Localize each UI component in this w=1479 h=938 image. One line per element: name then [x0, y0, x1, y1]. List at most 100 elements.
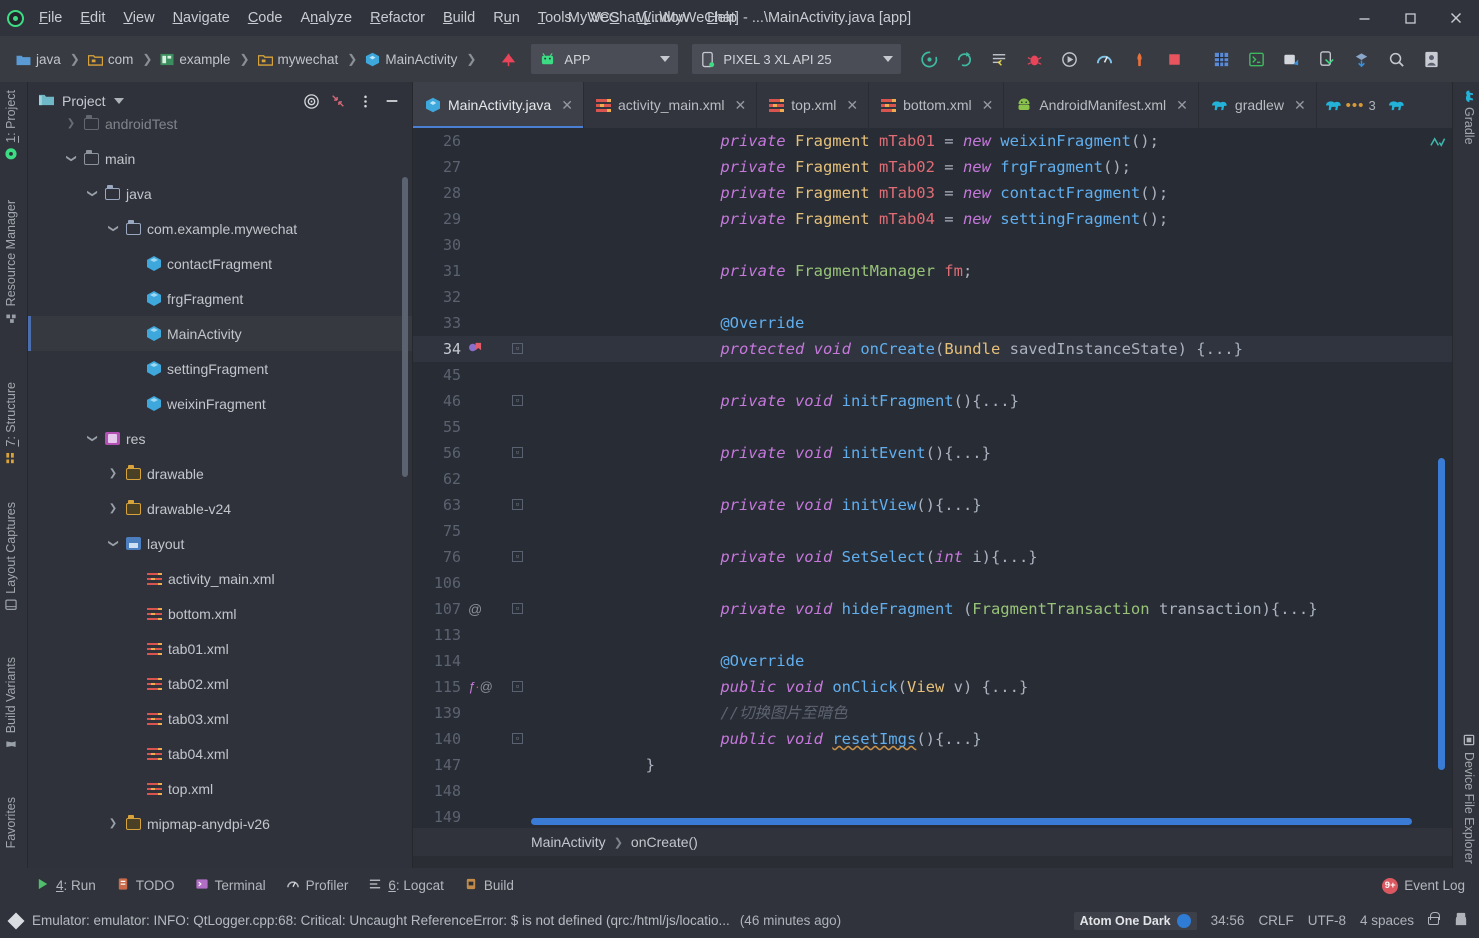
- chevron-down-icon[interactable]: [63, 153, 79, 164]
- code-line[interactable]: private void hideFragment (FragmentTrans…: [531, 596, 1452, 622]
- chevron-down-icon[interactable]: [84, 433, 100, 444]
- sidebar-item-build-variants[interactable]: Build Variants: [4, 657, 18, 751]
- code-line[interactable]: protected void onCreate(Bundle savedInst…: [531, 336, 1452, 362]
- avd-manager-button[interactable]: [1275, 43, 1308, 76]
- chevron-down-icon[interactable]: [113, 98, 124, 104]
- code-line[interactable]: private Fragment mTab03 = new contactFra…: [531, 180, 1452, 206]
- close-tab-icon[interactable]: ✕: [1294, 97, 1306, 114]
- close-tab-icon[interactable]: ✕: [982, 97, 994, 114]
- tree-node-tab02-xml[interactable]: tab02.xml: [28, 666, 412, 701]
- tree-node-androidTest[interactable]: androidTest: [28, 106, 412, 141]
- chevron-down-icon[interactable]: [105, 538, 121, 549]
- code-line[interactable]: public void onClick(View v) {...}: [531, 674, 1452, 700]
- sidebar-item-device-file-explorer[interactable]: Device File Explorer: [1462, 734, 1476, 864]
- menu-item-file[interactable]: File: [30, 7, 71, 29]
- sidebar-item-resource-manager[interactable]: Resource Manager: [4, 200, 18, 324]
- close-tab-icon[interactable]: ✕: [561, 97, 573, 114]
- editor-tab-AndroidManifest-xml[interactable]: AndroidManifest.xml ✕: [1004, 82, 1199, 128]
- maximize-button[interactable]: [1387, 0, 1433, 36]
- indent-setting[interactable]: 4 spaces: [1360, 913, 1414, 928]
- fold-marker-icon[interactable]: ▫: [512, 395, 523, 406]
- breakpoint-bookmark-icon[interactable]: [468, 341, 483, 357]
- editor-vertical-scrollbar[interactable]: [1438, 458, 1445, 770]
- tree-node-top-xml[interactable]: top.xml: [28, 771, 412, 806]
- code-line[interactable]: [531, 362, 1452, 388]
- chevron-down-icon[interactable]: [84, 188, 100, 199]
- editor-tab-MainActivity-java[interactable]: MainActivity.java ✕: [413, 82, 584, 128]
- status-message[interactable]: Emulator: emulator: INFO: QtLogger.cpp:6…: [32, 913, 730, 928]
- nav-breadcrumb-com[interactable]: com ❯: [86, 50, 159, 69]
- tree-node-bottom-xml[interactable]: bottom.xml: [28, 596, 412, 631]
- code-line[interactable]: @Override: [531, 648, 1452, 674]
- fold-marker-icon[interactable]: ▫: [512, 733, 523, 744]
- run-with-coverage-button[interactable]: [1053, 43, 1086, 76]
- editor-tabs-overflow[interactable]: ••• 3: [1317, 82, 1413, 128]
- nav-breadcrumb-java[interactable]: java ❯: [14, 50, 86, 69]
- tree-node-MainActivity[interactable]: MainActivity: [28, 316, 412, 351]
- tree-node-tab04-xml[interactable]: tab04.xml: [28, 736, 412, 771]
- user-avatar-icon[interactable]: [1415, 43, 1448, 76]
- code-line[interactable]: //切换图片至暗色: [531, 700, 1452, 726]
- code-line[interactable]: private Fragment mTab02 = new frgFragmen…: [531, 154, 1452, 180]
- chevron-right-icon[interactable]: [105, 503, 121, 514]
- sidebar-item-structure[interactable]: 7: Structure: [4, 382, 18, 465]
- menu-item-view[interactable]: View: [114, 7, 163, 29]
- breadcrumb-method[interactable]: onCreate(): [631, 834, 698, 850]
- close-button[interactable]: [1433, 0, 1479, 36]
- menu-item-window[interactable]: Window: [629, 7, 699, 29]
- fold-marker-icon[interactable]: ▫: [512, 447, 523, 458]
- caret-position[interactable]: 34:56: [1211, 913, 1245, 928]
- tree-node-activity_main-xml[interactable]: activity_main.xml: [28, 561, 412, 596]
- debug-button[interactable]: [1018, 43, 1051, 76]
- fold-marker-icon[interactable]: ▫: [512, 499, 523, 510]
- stop-button[interactable]: [1158, 43, 1191, 76]
- chevron-right-icon[interactable]: [63, 118, 79, 129]
- tree-node-tab01-xml[interactable]: tab01.xml: [28, 631, 412, 666]
- code-line[interactable]: [531, 622, 1452, 648]
- chevron-right-icon[interactable]: [105, 468, 121, 479]
- tree-node-res[interactable]: res: [28, 421, 412, 456]
- fold-marker-icon[interactable]: ▫: [512, 681, 523, 692]
- sdk-manager-button[interactable]: [1345, 43, 1378, 76]
- tree-node-frgFragment[interactable]: frgFragment: [28, 281, 412, 316]
- sync-gradle-icon[interactable]: [492, 43, 525, 76]
- menu-item-build[interactable]: Build: [434, 7, 484, 29]
- tree-node-com-example-mywechat[interactable]: com.example.mywechat: [28, 211, 412, 246]
- code-line[interactable]: [531, 232, 1452, 258]
- fold-marker-icon[interactable]: ▫: [512, 343, 523, 354]
- theme-indicator[interactable]: Atom One Dark: [1073, 911, 1197, 930]
- implements-override-icon[interactable]: ƒ·@: [468, 679, 493, 694]
- project-tree[interactable]: androidTest main java com.example.mywechat c…: [28, 106, 412, 872]
- tree-node-settingFragment[interactable]: settingFragment: [28, 351, 412, 386]
- code-line[interactable]: [531, 518, 1452, 544]
- tree-node-main[interactable]: main: [28, 141, 412, 176]
- breadcrumb-class[interactable]: MainActivity: [531, 834, 606, 850]
- toolwindow-build[interactable]: Build: [464, 877, 514, 894]
- code-line[interactable]: private void initEvent(){...}: [531, 440, 1452, 466]
- project-tree-scrollbar[interactable]: [402, 177, 408, 477]
- menu-item-navigate[interactable]: Navigate: [164, 7, 239, 29]
- close-tab-icon[interactable]: ✕: [846, 97, 858, 114]
- sidebar-item-gradle[interactable]: Gradle: [1462, 90, 1476, 145]
- nav-breadcrumb-MainActivity[interactable]: MainActivity ❯: [363, 50, 482, 69]
- tree-node-drawable-v24[interactable]: drawable-v24: [28, 491, 412, 526]
- fold-marker-icon[interactable]: ▫: [512, 551, 523, 562]
- menu-item-analyze[interactable]: Analyze: [292, 7, 362, 29]
- tree-node-layout[interactable]: layout: [28, 526, 412, 561]
- menu-item-help[interactable]: Help: [698, 7, 746, 29]
- line-separator[interactable]: CRLF: [1258, 913, 1293, 928]
- menu-item-edit[interactable]: Edit: [71, 7, 114, 29]
- code-line[interactable]: [531, 284, 1452, 310]
- editor-gutter[interactable]: 26 27 28 29 30 31 32 33 34 ▫ 45 46 ▫ 55 56 ▫ 62 63 ▫ 75 76 ▫ 1…: [413, 128, 531, 828]
- code-line[interactable]: [531, 414, 1452, 440]
- menu-item-code[interactable]: Code: [239, 7, 292, 29]
- editor-tab-bottom-xml[interactable]: bottom.xml ✕: [869, 82, 1005, 128]
- menu-item-refactor[interactable]: Refactor: [361, 7, 434, 29]
- code-line[interactable]: @Override: [531, 310, 1452, 336]
- run-app-button[interactable]: [913, 43, 946, 76]
- nav-breadcrumb-example[interactable]: example ❯: [158, 50, 255, 69]
- run-configuration-selector[interactable]: APP: [531, 44, 679, 74]
- event-notifications-icon[interactable]: [1453, 911, 1469, 930]
- close-tab-icon[interactable]: ✕: [1176, 97, 1188, 114]
- sidebar-item-project[interactable]: 1: Project: [4, 90, 18, 161]
